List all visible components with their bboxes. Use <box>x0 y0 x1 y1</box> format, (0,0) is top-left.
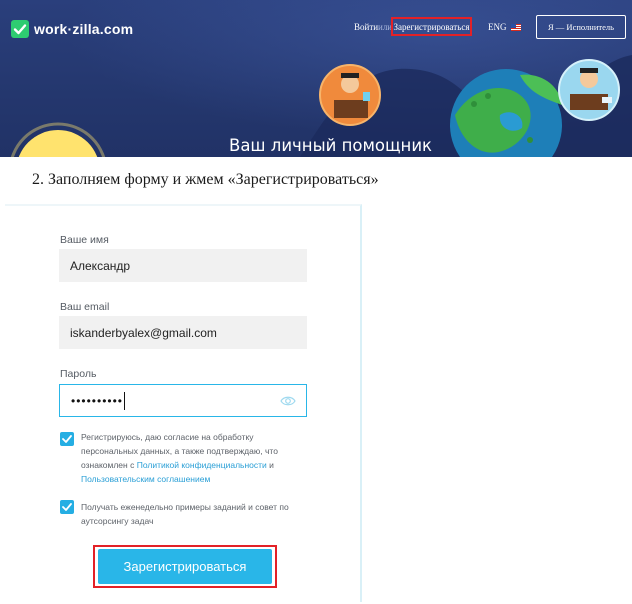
step-heading: 2. Заполняем форму и жмем «Зарегистриров… <box>32 171 379 188</box>
user-agreement-link[interactable]: Пользовательским соглашением <box>81 474 210 484</box>
email-value: iskanderbyalex@gmail.com <box>70 325 217 340</box>
password-field[interactable]: •••••••••• <box>59 384 307 417</box>
check-logo-icon <box>11 20 29 38</box>
role-button[interactable]: Я — Исполнитель <box>536 15 626 39</box>
us-flag-icon <box>510 23 521 31</box>
checkbox-check-icon <box>62 435 72 443</box>
submit-label: Зарегистрироваться <box>123 559 247 574</box>
role-button-label: Я — Исполнитель <box>548 22 614 32</box>
privacy-policy-link[interactable]: Политикой конфиденциальности <box>137 460 267 470</box>
newsletter-checkbox[interactable] <box>60 500 74 514</box>
name-value: Александр <box>70 258 131 273</box>
header-banner: work·zilla.com Войти или Зарегистрироват… <box>0 0 632 157</box>
consent-text: Регистрируюсь, даю согласие на обработку… <box>81 430 309 486</box>
text-caret <box>124 391 126 410</box>
consent-and: и <box>269 460 274 470</box>
language-label: ENG <box>488 22 507 32</box>
checkbox-check-icon <box>62 503 72 511</box>
newsletter-text: Получать еженедельно примеры заданий и с… <box>81 502 289 526</box>
register-link[interactable]: Зарегистрироваться <box>391 17 472 36</box>
logo[interactable]: work·zilla.com <box>11 19 133 39</box>
name-field[interactable]: Александр <box>59 249 307 282</box>
password-label: Пароль <box>60 368 97 380</box>
register-link-label: Зарегистрироваться <box>393 21 470 32</box>
password-value: •••••••••• <box>71 393 124 408</box>
consent-checkbox[interactable] <box>60 432 74 446</box>
eye-icon[interactable] <box>280 395 296 407</box>
email-field[interactable]: iskanderbyalex@gmail.com <box>59 316 307 349</box>
email-label: Ваш email <box>60 301 110 313</box>
register-submit-button[interactable]: Зарегистрироваться <box>98 549 272 584</box>
logo-text: work·zilla.com <box>34 21 134 37</box>
name-label: Ваше имя <box>60 234 109 246</box>
or-text: или <box>378 22 393 32</box>
login-link[interactable]: Войти <box>354 22 378 32</box>
banner-title: Ваш личный помощник <box>229 136 433 155</box>
language-switch[interactable]: ENG <box>488 22 521 32</box>
